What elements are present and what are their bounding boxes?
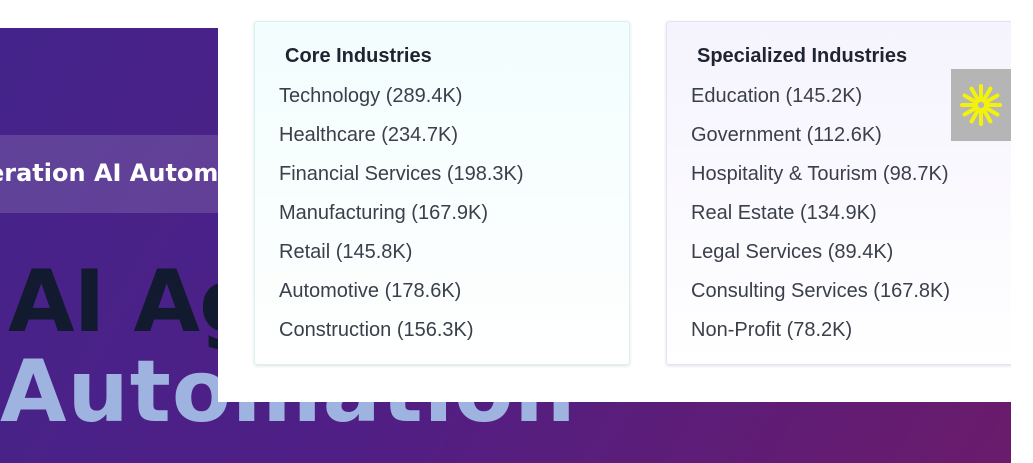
loading-indicator bbox=[951, 69, 1011, 141]
industry-link-consulting-services[interactable]: Consulting Services (167.8K) bbox=[691, 277, 950, 316]
industry-link-legal-services[interactable]: Legal Services (89.4K) bbox=[691, 238, 950, 277]
industry-link-financial-services[interactable]: Financial Services (198.3K) bbox=[279, 160, 524, 199]
page-right-margin bbox=[1011, 0, 1033, 463]
hero-badge-text: eration AI Automa bbox=[0, 159, 235, 187]
industry-link-automotive[interactable]: Automotive (178.6K) bbox=[279, 277, 524, 316]
industry-link-education[interactable]: Education (145.2K) bbox=[691, 82, 950, 121]
industry-link-manufacturing[interactable]: Manufacturing (167.9K) bbox=[279, 199, 524, 238]
specialized-industries-title: Specialized Industries bbox=[697, 45, 908, 67]
specialized-industries-list: Education (145.2K) Government (112.6K) H… bbox=[691, 82, 950, 355]
industry-link-technology[interactable]: Technology (289.4K) bbox=[279, 82, 524, 121]
core-industries-list: Technology (289.4K) Healthcare (234.7K) … bbox=[279, 82, 524, 355]
industry-link-non-profit[interactable]: Non-Profit (78.2K) bbox=[691, 316, 950, 355]
hero-top-strip bbox=[0, 14, 218, 28]
industry-link-retail[interactable]: Retail (145.8K) bbox=[279, 238, 524, 277]
industries-dropdown-panel: Core Industries Technology (289.4K) Heal… bbox=[218, 0, 1026, 402]
industry-link-real-estate[interactable]: Real Estate (134.9K) bbox=[691, 199, 950, 238]
core-industries-title: Core Industries bbox=[285, 45, 432, 67]
industry-link-government[interactable]: Government (112.6K) bbox=[691, 121, 950, 160]
core-industries-card: Core Industries Technology (289.4K) Heal… bbox=[254, 21, 630, 365]
industry-link-hospitality-tourism[interactable]: Hospitality & Tourism (98.7K) bbox=[691, 160, 950, 199]
asterisk-spinner-icon bbox=[960, 84, 1002, 126]
industry-link-construction[interactable]: Construction (156.3K) bbox=[279, 316, 524, 355]
industry-link-healthcare[interactable]: Healthcare (234.7K) bbox=[279, 121, 524, 160]
hero-badge: eration AI Automa bbox=[0, 135, 248, 213]
